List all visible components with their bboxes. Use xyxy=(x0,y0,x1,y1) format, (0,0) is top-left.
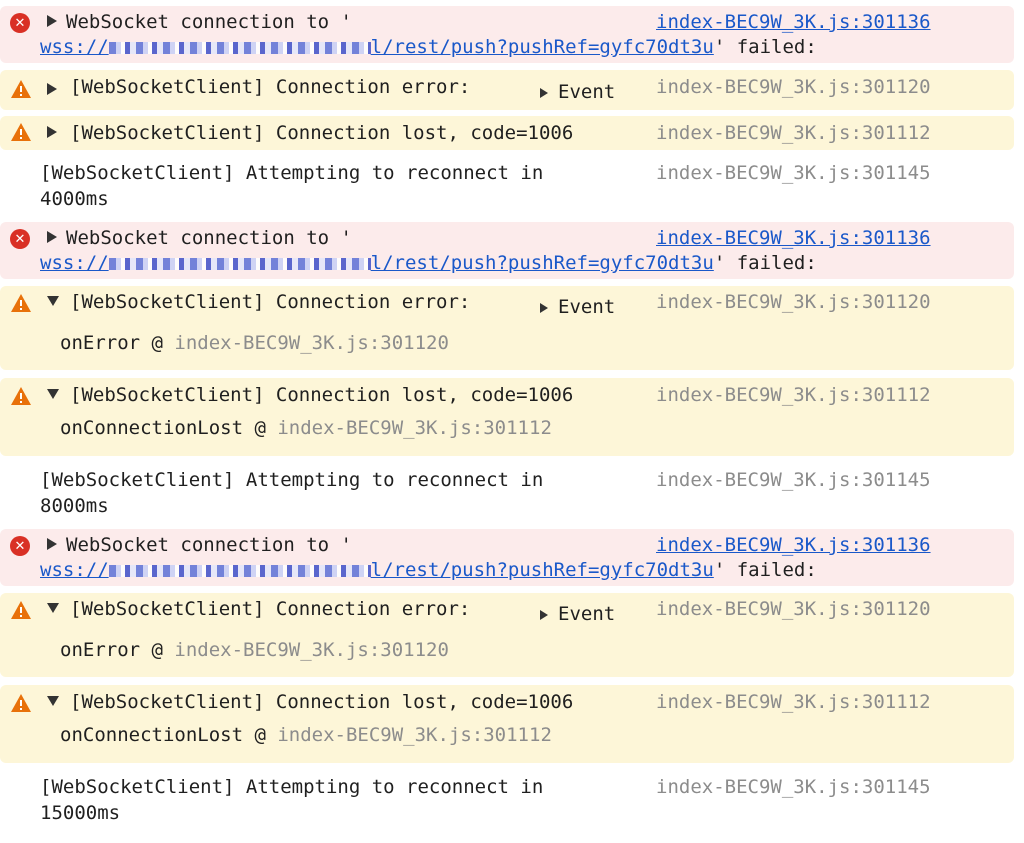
ws-url-link[interactable]: wss://l/rest/push?pushRef=gyfc70dt3u xyxy=(40,36,714,58)
stack-trace-source-link[interactable]: index-BEC9W_3K.js:301112 xyxy=(277,417,552,439)
source-link[interactable]: index-BEC9W_3K.js:301145 xyxy=(656,468,931,492)
collapse-triangle-icon[interactable] xyxy=(46,388,60,404)
warning-icon xyxy=(10,693,32,715)
warning-icon xyxy=(10,600,32,622)
log-message: [WebSocketClient] Connection error: xyxy=(70,598,471,620)
log-entry-conn-lost-1: [WebSocketClient] Connection lost, code=… xyxy=(0,116,1014,150)
source-link[interactable]: index-BEC9W_3K.js:301136 xyxy=(656,226,931,250)
error-icon: ✕ xyxy=(10,13,32,35)
stack-trace-source-link[interactable]: index-BEC9W_3K.js:301112 xyxy=(277,724,552,746)
log-message-url-line: wss://l/rest/push?pushRef=gyfc70dt3u' fa… xyxy=(40,36,817,58)
event-object[interactable]: Event xyxy=(540,602,615,626)
reconnect-delay: 8000ms xyxy=(40,495,109,517)
warning-icon xyxy=(10,122,32,144)
stack-trace-source-link[interactable]: index-BEC9W_3K.js:301120 xyxy=(174,332,449,354)
log-message: [WebSocketClient] Connection lost, code=… xyxy=(70,691,574,713)
redacted-host xyxy=(108,564,371,577)
log-message-url-line: wss://l/rest/push?pushRef=gyfc70dt3u' fa… xyxy=(40,252,817,274)
log-entry-reconnect-3: [WebSocketClient] Attempting to reconnec… xyxy=(0,770,1014,828)
reconnect-delay: 4000ms xyxy=(40,188,109,210)
stack-trace-line: onError @ index-BEC9W_3K.js:301120 xyxy=(60,332,449,354)
log-message: [WebSocketClient] Connection lost, code=… xyxy=(70,384,574,406)
ws-url-link[interactable]: wss://l/rest/push?pushRef=gyfc70dt3u xyxy=(40,559,714,581)
log-entry-ws-error-3: ✕ WebSocket connection to ' wss://l/rest… xyxy=(0,529,1014,586)
warning-icon xyxy=(10,79,32,101)
expand-triangle-icon[interactable] xyxy=(46,125,60,141)
source-link[interactable]: index-BEC9W_3K.js:301120 xyxy=(656,75,931,99)
expand-triangle-icon xyxy=(540,302,552,314)
log-message: [WebSocketClient] Attempting to reconnec… xyxy=(40,162,544,184)
log-message: WebSocket connection to ' xyxy=(66,227,352,249)
log-message-url-line: wss://l/rest/push?pushRef=gyfc70dt3u' fa… xyxy=(40,559,817,581)
reconnect-delay: 15000ms xyxy=(40,802,121,824)
source-link[interactable]: index-BEC9W_3K.js:301145 xyxy=(656,775,931,799)
event-object[interactable]: Event xyxy=(540,295,615,319)
expand-triangle-icon[interactable] xyxy=(46,82,60,98)
collapse-triangle-icon[interactable] xyxy=(46,695,60,711)
log-entry-ws-error-2: ✕ WebSocket connection to ' wss://l/rest… xyxy=(0,222,1014,279)
log-entry-conn-lost-3: [WebSocketClient] Connection lost, code=… xyxy=(0,685,1014,763)
expand-triangle-icon xyxy=(540,87,552,99)
log-entry-conn-error-1: [WebSocketClient] Connection error: Even… xyxy=(0,70,1014,110)
expand-triangle-icon[interactable] xyxy=(46,537,60,553)
error-icon: ✕ xyxy=(10,229,32,251)
log-entry-ws-error-1: ✕ WebSocket connection to ' wss://l/rest… xyxy=(0,6,1014,63)
log-message: [WebSocketClient] Connection error: xyxy=(70,291,471,313)
ws-url-link[interactable]: wss://l/rest/push?pushRef=gyfc70dt3u xyxy=(40,252,714,274)
source-link[interactable]: index-BEC9W_3K.js:301112 xyxy=(656,690,931,714)
source-link[interactable]: index-BEC9W_3K.js:301120 xyxy=(656,290,931,314)
redacted-host xyxy=(108,257,371,270)
log-message: [WebSocketClient] Attempting to reconnec… xyxy=(40,469,544,491)
log-entry-reconnect-1: [WebSocketClient] Attempting to reconnec… xyxy=(0,156,1014,214)
collapse-triangle-icon[interactable] xyxy=(46,295,60,311)
log-message: WebSocket connection to ' xyxy=(66,11,352,33)
warning-icon xyxy=(10,386,32,408)
stack-trace-line: onConnectionLost @ index-BEC9W_3K.js:301… xyxy=(60,417,552,439)
stack-trace-line: onConnectionLost @ index-BEC9W_3K.js:301… xyxy=(60,724,552,746)
expand-triangle-icon[interactable] xyxy=(46,14,60,30)
stack-trace-source-link[interactable]: index-BEC9W_3K.js:301120 xyxy=(174,639,449,661)
log-message: [WebSocketClient] Connection error: xyxy=(70,76,471,98)
expand-triangle-icon xyxy=(540,609,552,621)
source-link[interactable]: index-BEC9W_3K.js:301136 xyxy=(656,533,931,557)
log-entry-conn-error-3: [WebSocketClient] Connection error: Even… xyxy=(0,593,1014,677)
redacted-host xyxy=(108,41,371,54)
log-entry-reconnect-2: [WebSocketClient] Attempting to reconnec… xyxy=(0,463,1014,521)
log-entry-conn-lost-2: [WebSocketClient] Connection lost, code=… xyxy=(0,378,1014,456)
source-link[interactable]: index-BEC9W_3K.js:301112 xyxy=(656,383,931,407)
error-icon: ✕ xyxy=(10,536,32,558)
source-link[interactable]: index-BEC9W_3K.js:301136 xyxy=(656,10,931,34)
log-entry-conn-error-2: [WebSocketClient] Connection error: Even… xyxy=(0,286,1014,370)
log-message: [WebSocketClient] Attempting to reconnec… xyxy=(40,776,544,798)
stack-trace-line: onError @ index-BEC9W_3K.js:301120 xyxy=(60,639,449,661)
event-object[interactable]: Event xyxy=(540,80,615,104)
source-link[interactable]: index-BEC9W_3K.js:301145 xyxy=(656,161,931,185)
log-message: WebSocket connection to ' xyxy=(66,534,352,556)
log-message: [WebSocketClient] Connection lost, code=… xyxy=(70,122,574,144)
expand-triangle-icon[interactable] xyxy=(46,230,60,246)
source-link[interactable]: index-BEC9W_3K.js:301112 xyxy=(656,121,931,145)
collapse-triangle-icon[interactable] xyxy=(46,602,60,618)
source-link[interactable]: index-BEC9W_3K.js:301120 xyxy=(656,597,931,621)
warning-icon xyxy=(10,293,32,315)
